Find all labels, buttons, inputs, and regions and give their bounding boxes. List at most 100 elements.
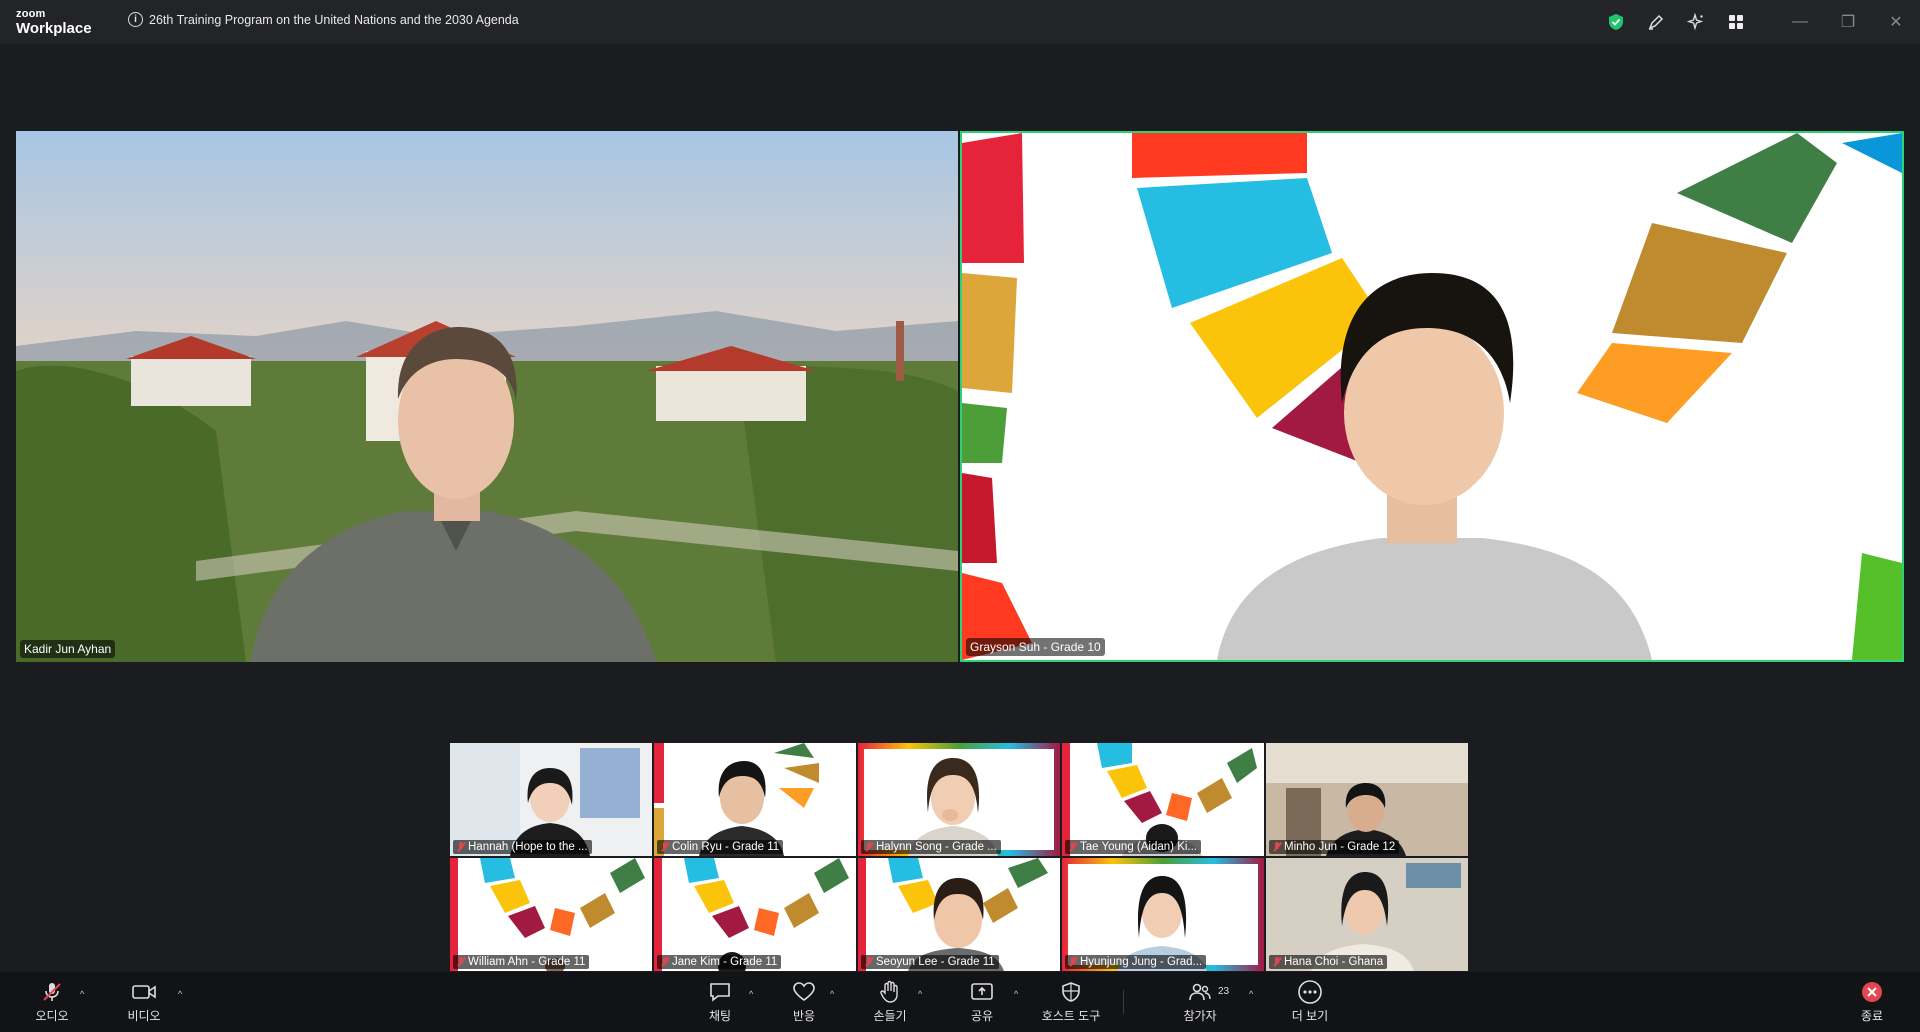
participants-label: 참가자 (1183, 1009, 1217, 1023)
apps-grid-icon[interactable] (1716, 0, 1756, 44)
participant-name: Colin Ryu - Grade 11 (672, 841, 780, 853)
minimize-button[interactable]: — (1776, 0, 1824, 44)
gallery-tile[interactable]: Halynn Song - Grade ... (858, 743, 1060, 856)
participant-name-tag: Hana Choi - Ghana (1269, 955, 1388, 969)
gallery-tile[interactable]: William Ahn - Grade 11 (450, 858, 652, 971)
mic-muted-icon (865, 957, 873, 967)
chat-bubble-icon (708, 980, 732, 1004)
pen-icon[interactable] (1636, 0, 1676, 44)
close-window-button[interactable]: ✕ (1872, 0, 1920, 44)
gallery-tile[interactable]: Jane Kim - Grade 11 (654, 858, 856, 971)
mic-muted-icon (457, 957, 465, 967)
gallery-tile[interactable]: Colin Ryu - Grade 11 (654, 743, 856, 856)
audio-label: 오디오 (35, 1009, 69, 1023)
sparkle-icon[interactable] (1676, 0, 1716, 44)
participant-name-tag: Colin Ryu - Grade 11 (657, 840, 784, 854)
audio-options-caret[interactable]: ^ (80, 989, 84, 999)
host-tools-button[interactable]: 호스트 도구 (1036, 972, 1106, 1032)
video-label: 비디오 (127, 1009, 161, 1023)
chat-options-caret[interactable]: ^ (749, 989, 753, 999)
name-tag: Grayson Suh - Grade 10 (966, 638, 1105, 656)
participant-name: Hannah (Hope to the ... (468, 841, 588, 853)
participant-name: Seoyun Lee - Grade 11 (876, 956, 995, 968)
video-tile-active-speaker[interactable]: Grayson Suh - Grade 10 (960, 131, 1904, 662)
video-tile-speaker[interactable]: Kadir Jun Ayhan (16, 131, 958, 662)
more-label: 더 보기 (1291, 1009, 1329, 1023)
video-options-caret[interactable]: ^ (178, 989, 182, 999)
participant-name: Hyunjung Jung - Grad... (1080, 956, 1203, 968)
active-speaker-video-feed (962, 133, 1902, 660)
share-label: 공유 (970, 1009, 994, 1023)
participants-icon (1188, 980, 1212, 1004)
speaker-video-feed (16, 131, 958, 662)
logo-zoom-text: zoom (16, 8, 46, 20)
participant-name: Halynn Song - Grade ... (876, 841, 997, 853)
participant-gallery: Hannah (Hope to the ... Colin Ryu - Grad… (450, 743, 1470, 973)
participant-name-tag: Minho Jun - Grade 12 (1269, 840, 1400, 854)
end-call-icon (1860, 980, 1884, 1004)
gallery-tile[interactable]: Seoyun Lee - Grade 11 (858, 858, 1060, 971)
video-camera-icon (131, 980, 157, 1004)
host-tools-label: 호스트 도구 (1041, 1009, 1101, 1023)
participant-name: Tae Young (Aidan) Ki... (1080, 841, 1197, 853)
mic-muted-icon (1273, 957, 1281, 967)
end-label: 종료 (1860, 1009, 1884, 1023)
gallery-tile[interactable]: Hana Choi - Ghana (1266, 858, 1468, 971)
mic-muted-icon (1069, 842, 1077, 852)
participant-name: William Ahn - Grade 11 (468, 956, 586, 968)
info-icon[interactable]: i (128, 12, 143, 27)
chat-label: 채팅 (708, 1009, 732, 1023)
toolbar-divider (1123, 990, 1124, 1014)
participant-name-tag: William Ahn - Grade 11 (453, 955, 590, 969)
shield-icon[interactable] (1596, 0, 1636, 44)
gallery-tile[interactable]: Hyunjung Jung - Grad... (1062, 858, 1264, 971)
participants-options-caret[interactable]: ^ (1249, 989, 1253, 999)
participant-name: Jane Kim - Grade 11 (672, 956, 778, 968)
mic-muted-icon (41, 980, 63, 1004)
reactions-options-caret[interactable]: ^ (830, 989, 834, 999)
heart-icon (792, 980, 816, 1004)
gallery-tile[interactable]: Hannah (Hope to the ... (450, 743, 652, 856)
gallery-tile[interactable]: Minho Jun - Grade 12 (1266, 743, 1468, 856)
audio-button[interactable]: 오디오 (28, 972, 76, 1032)
mic-muted-icon (1069, 957, 1077, 967)
security-shield-icon (1061, 980, 1081, 1004)
restore-button[interactable]: ❐ (1824, 0, 1872, 44)
participant-name-tag: Jane Kim - Grade 11 (657, 955, 782, 969)
meeting-title: 26th Training Program on the United Nati… (149, 12, 519, 27)
share-options-caret[interactable]: ^ (1014, 989, 1018, 999)
mic-muted-icon (661, 842, 669, 852)
more-dots-icon (1297, 980, 1323, 1004)
gallery-tile[interactable]: Tae Young (Aidan) Ki... (1062, 743, 1264, 856)
mic-muted-icon (661, 957, 669, 967)
participants-button[interactable]: 참가자 (1176, 972, 1224, 1032)
mic-muted-icon (1273, 842, 1281, 852)
raise-hand-icon (879, 980, 901, 1004)
more-button[interactable]: 더 보기 (1284, 972, 1336, 1032)
name-tag: Kadir Jun Ayhan (20, 640, 116, 658)
reactions-label: 반응 (792, 1009, 816, 1023)
participant-name-tag: Hyunjung Jung - Grad... (1065, 955, 1207, 969)
mic-muted-icon (865, 842, 873, 852)
meeting-info[interactable]: i 26th Training Program on the United Na… (128, 12, 519, 27)
zoom-logo: zoom Workplace (16, 8, 92, 37)
participant-name-tag: Seoyun Lee - Grade 11 (861, 955, 999, 969)
chat-button[interactable]: 채팅 (696, 972, 744, 1032)
reactions-button[interactable]: 반응 (780, 972, 828, 1032)
end-meeting-button[interactable]: 종료 (1850, 972, 1894, 1032)
share-screen-icon (970, 980, 994, 1004)
share-button[interactable]: 공유 (958, 972, 1006, 1032)
participant-name-tag: Hannah (Hope to the ... (453, 840, 592, 854)
raise-hand-options-caret[interactable]: ^ (918, 989, 922, 999)
mic-muted-icon (457, 842, 465, 852)
participant-name-tag: Halynn Song - Grade ... (861, 840, 1001, 854)
participant-name: Minho Jun - Grade 12 (1284, 841, 1396, 853)
video-button[interactable]: 비디오 (120, 972, 168, 1032)
logo-workplace-text: Workplace (16, 20, 92, 37)
raise-hand-label: 손들기 (873, 1009, 907, 1023)
participant-name: Hana Choi - Ghana (1284, 956, 1384, 968)
participant-name-tag: Tae Young (Aidan) Ki... (1065, 840, 1201, 854)
titlebar-controls: — ❐ ✕ (1596, 0, 1920, 44)
meeting-toolbar: 오디오 ^ 비디오 ^ 채팅 ^ 반응 ^ 손들기 ^ 공유 ^ 호스트 도구 … (0, 972, 1920, 1032)
raise-hand-button[interactable]: 손들기 (864, 972, 916, 1032)
